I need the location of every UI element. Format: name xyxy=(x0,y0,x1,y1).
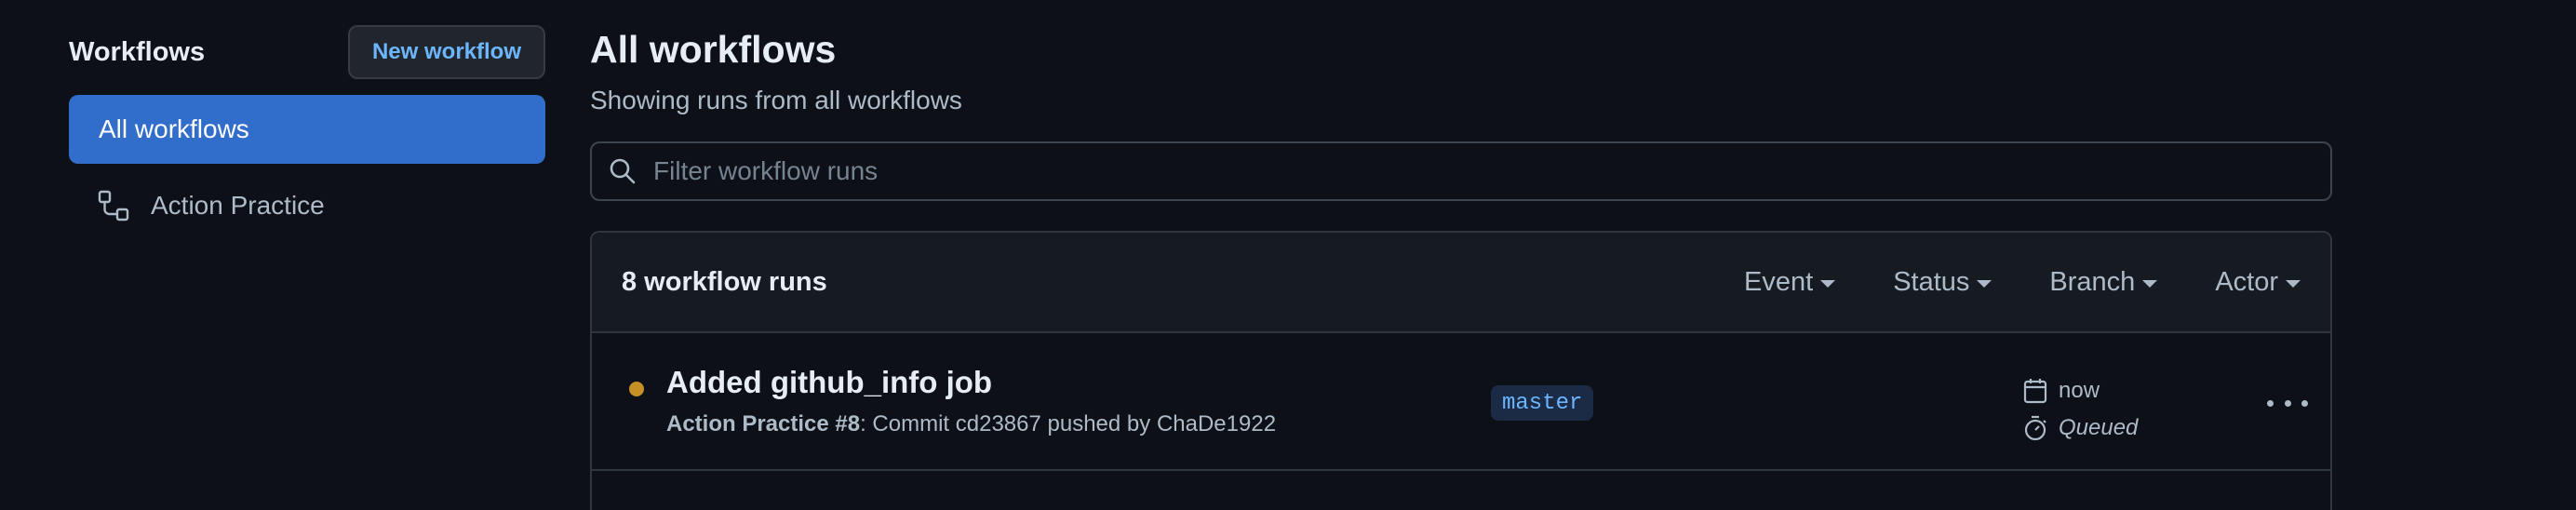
run-meta: Action Practice #8: Commit cd23867 pushe… xyxy=(666,411,1276,437)
runs-count: 8 workflow runs xyxy=(622,266,827,297)
run-duration-label: Queued xyxy=(2059,415,2139,440)
run-duration: Queued xyxy=(2021,409,2138,447)
search-icon xyxy=(607,155,638,187)
actor-filter[interactable]: Actor xyxy=(2215,267,2301,298)
queued-status-icon xyxy=(629,382,644,396)
event-filter-label: Event xyxy=(1744,266,1814,297)
caret-down-icon xyxy=(2286,280,2301,288)
branch-tag[interactable]: master xyxy=(1491,385,1594,421)
new-workflow-button[interactable]: New workflow xyxy=(347,25,545,79)
dot xyxy=(2284,399,2291,407)
workflow-icon xyxy=(97,189,130,222)
sidebar-item-label: All workflows xyxy=(99,114,249,143)
filter-workflow-runs[interactable] xyxy=(590,141,2332,201)
sidebar-item-action-practice[interactable]: Action Practice xyxy=(69,171,545,240)
workflow-runs-table: 8 workflow runs Event Status Branch Acto… xyxy=(590,231,2332,510)
run-title-link[interactable]: Added github_info job xyxy=(666,365,992,400)
caret-down-icon xyxy=(1977,280,1992,288)
caret-down-icon xyxy=(2142,280,2158,288)
dot xyxy=(2301,399,2308,407)
filter-input[interactable] xyxy=(651,155,2234,187)
main-content: All workflows Showing runs from all work… xyxy=(590,24,2332,510)
run-time: now xyxy=(2021,372,2138,409)
branch-filter[interactable]: Branch xyxy=(2049,266,2158,298)
run-time-label: now xyxy=(2059,378,2100,403)
run-timing: now Queued xyxy=(2021,372,2138,447)
sidebar-item-label: Action Practice xyxy=(151,191,325,220)
dot xyxy=(2267,399,2274,407)
run-description: : Commit cd23867 pushed by ChaDe1922 xyxy=(860,411,1277,436)
caret-down-icon xyxy=(1820,280,1836,288)
kebab-menu-icon[interactable] xyxy=(2267,389,2308,417)
calendar-icon xyxy=(2021,377,2049,405)
page-title: All workflows xyxy=(590,28,837,71)
actor-filter-label: Actor xyxy=(2215,266,2278,297)
status-filter[interactable]: Status xyxy=(1893,267,1992,298)
status-filter-label: Status xyxy=(1893,266,1970,297)
workflow-run-row[interactable]: Added github_info job Action Practice #8… xyxy=(592,333,2330,471)
sidebar-title: Workflows xyxy=(69,36,206,67)
sidebar-item-all-workflows[interactable]: All workflows xyxy=(69,95,545,164)
sidebar: Workflows New workflow All workflows Act… xyxy=(69,24,545,240)
run-workflow-name: Action Practice #8 xyxy=(666,411,861,436)
event-filter[interactable]: Event xyxy=(1744,266,1836,298)
stopwatch-icon xyxy=(2021,414,2049,442)
sidebar-header: Workflows New workflow xyxy=(69,24,545,80)
page-subtitle: Showing runs from all workflows xyxy=(590,86,962,114)
runs-header: 8 workflow runs Event Status Branch Acto… xyxy=(592,233,2330,333)
branch-filter-label: Branch xyxy=(2049,266,2136,297)
